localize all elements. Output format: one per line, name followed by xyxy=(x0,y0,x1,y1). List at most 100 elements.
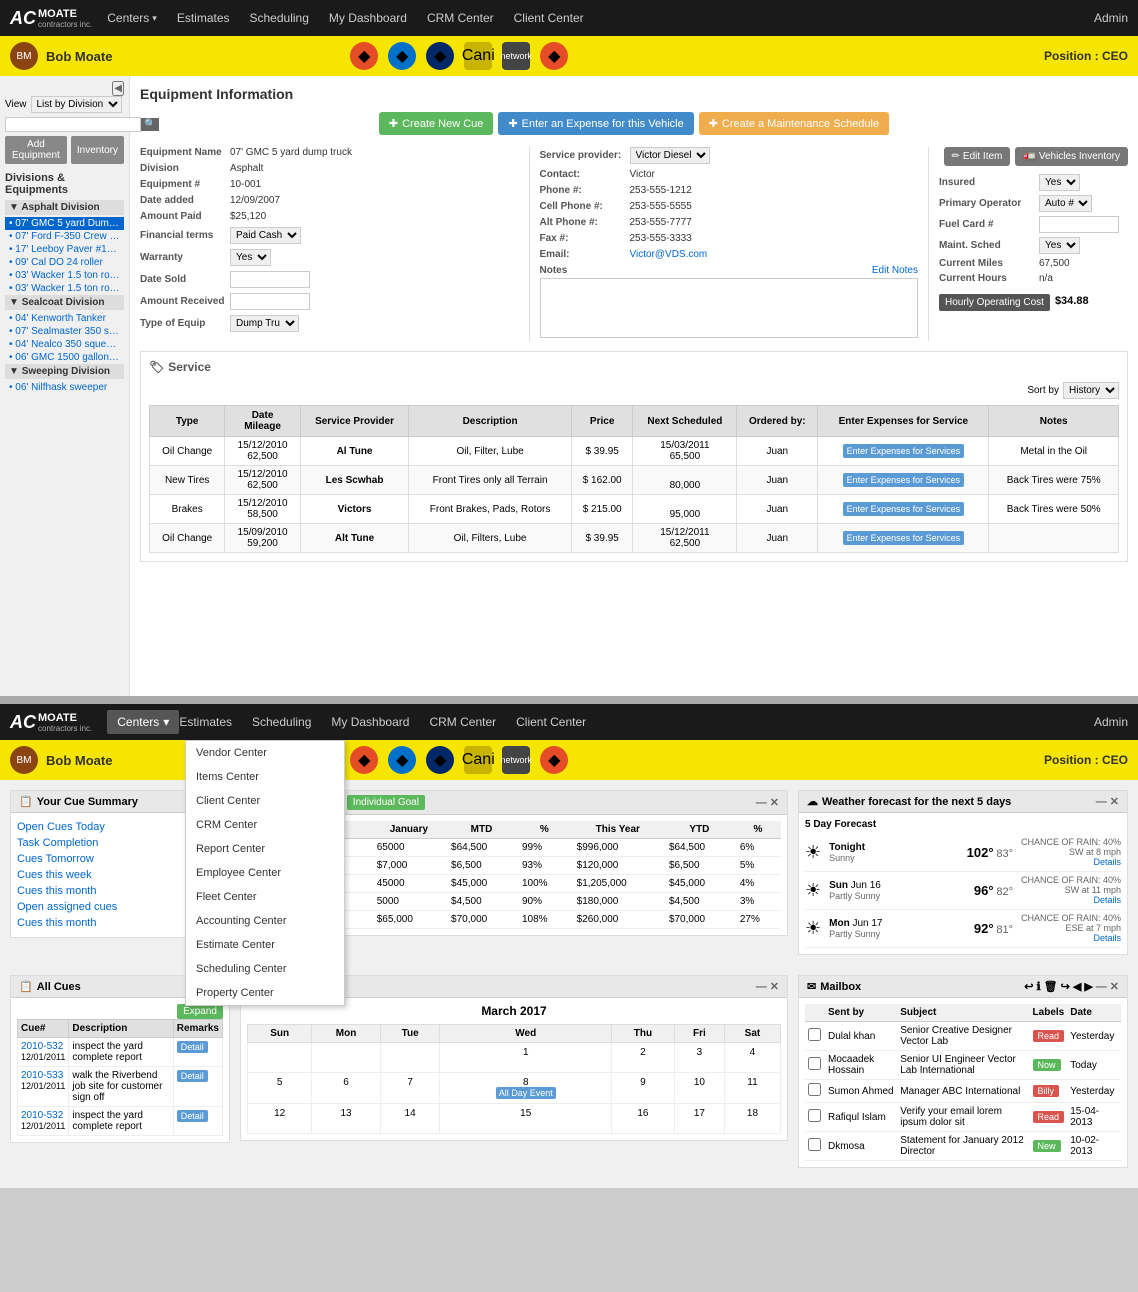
warranty-select[interactable]: Yes xyxy=(230,249,271,266)
calendar-min-btn[interactable]: — xyxy=(756,981,767,993)
sidebar-item-gmc1500[interactable]: • 06' GMC 1500 gallon tank xyxy=(5,351,124,364)
calendar-day[interactable]: 18 xyxy=(724,1104,780,1134)
chrome-icon-bottom[interactable]: ◆ xyxy=(350,746,378,774)
calendar-day[interactable]: 1 xyxy=(440,1043,612,1073)
insured-select[interactable]: Yes xyxy=(1039,174,1080,191)
calendar-day[interactable]: 16 xyxy=(611,1104,674,1134)
financial-select[interactable]: Paid Cash xyxy=(230,227,301,244)
mailbox-reply-icon[interactable]: ↩ xyxy=(1024,980,1033,993)
dropdown-property-center[interactable]: Property Center xyxy=(186,981,344,1005)
date-sold-input[interactable] xyxy=(230,271,310,288)
edit-item-btn[interactable]: ✏ Edit Item xyxy=(944,147,1011,166)
dropdown-crm-center[interactable]: CRM Center xyxy=(186,813,344,837)
dropdown-accounting-center[interactable]: Accounting Center xyxy=(186,909,344,933)
nav-centers[interactable]: Centers ▾ xyxy=(107,3,157,33)
mail-checkbox[interactable] xyxy=(808,1057,821,1070)
detail-btn[interactable]: Detail xyxy=(177,1070,208,1082)
chrome-icon[interactable]: ◆ xyxy=(350,42,378,70)
ie-icon-bottom[interactable]: ◆ xyxy=(388,746,416,774)
calendar-close-btn[interactable]: ✕ xyxy=(770,981,779,993)
nav-dashboard-bottom[interactable]: My Dashboard xyxy=(331,707,409,737)
expand-btn[interactable]: Expand xyxy=(177,1004,223,1019)
calendar-day[interactable]: 4 xyxy=(724,1043,780,1073)
service-provider-select[interactable]: Victor Diesel xyxy=(630,147,710,164)
edit-notes-link[interactable]: Edit Notes xyxy=(872,265,918,276)
cani-icon-bottom[interactable]: Cani xyxy=(464,746,492,774)
amount-received-input[interactable] xyxy=(230,293,310,310)
detail-btn[interactable]: Detail xyxy=(177,1041,208,1053)
nav-scheduling[interactable]: Scheduling xyxy=(250,3,309,33)
maintenance-btn[interactable]: ✚ Create a Maintenance Schedule xyxy=(699,112,889,135)
primary-op-select[interactable]: Auto # xyxy=(1039,195,1092,212)
goals-min-btn[interactable]: — xyxy=(756,797,767,809)
cue-id-link[interactable]: 2010-532 xyxy=(21,1110,63,1121)
centers-btn-bottom[interactable]: Centers ▾ xyxy=(107,710,179,734)
sweeping-division-header[interactable]: ▼ Sweeping Division xyxy=(5,364,124,379)
mail-checkbox[interactable] xyxy=(808,1028,821,1041)
calendar-day[interactable]: 17 xyxy=(674,1104,724,1134)
sidebar-item-ford[interactable]: • 07' Ford F-350 Crew tru xyxy=(5,230,124,243)
mail-checkbox[interactable] xyxy=(808,1109,821,1122)
sidebar-item-nilfhask[interactable]: • 06' Nilfhask sweeper xyxy=(5,381,124,394)
nav-scheduling-bottom[interactable]: Scheduling xyxy=(252,707,311,737)
calendar-day[interactable]: 14 xyxy=(380,1104,440,1134)
nav-crm-bottom[interactable]: CRM Center xyxy=(429,707,496,737)
expense-btn[interactable]: ✚ Enter an Expense for this Vehicle xyxy=(498,112,693,135)
dropdown-vendor-center[interactable]: Vendor Center xyxy=(186,741,344,765)
calendar-day[interactable]: 8All Day Event xyxy=(440,1073,612,1104)
dropdown-estimate-center[interactable]: Estimate Center xyxy=(186,933,344,957)
calendar-day[interactable]: 2 xyxy=(611,1043,674,1073)
noaa-icon-bottom[interactable]: ◆ xyxy=(426,746,454,774)
cue-id-link[interactable]: 2010-532 xyxy=(21,1041,63,1052)
maint-sched-select[interactable]: Yes xyxy=(1039,237,1080,254)
dropdown-report-center[interactable]: Report Center xyxy=(186,837,344,861)
email-link[interactable]: Victor@VDS.com xyxy=(630,249,708,260)
network-icon-bottom[interactable]: network xyxy=(502,746,530,774)
network-icon[interactable]: network xyxy=(502,42,530,70)
add-equipment-btn[interactable]: Add Equipment xyxy=(5,136,67,164)
calendar-day[interactable]: 6 xyxy=(312,1073,380,1104)
enter-expenses-btn[interactable]: Enter Expenses for Services xyxy=(843,502,965,516)
enter-expenses-btn[interactable]: Enter Expenses for Services xyxy=(843,473,965,487)
weather-min-btn[interactable]: — xyxy=(1096,796,1107,808)
notes-textarea[interactable] xyxy=(540,278,919,338)
goals-close-btn[interactable]: ✕ xyxy=(770,797,779,809)
sidebar-find-input[interactable] xyxy=(5,117,141,132)
weather-close-btn[interactable]: ✕ xyxy=(1110,796,1119,808)
calendar-day[interactable]: 10 xyxy=(674,1073,724,1104)
sort-select[interactable]: History xyxy=(1063,382,1119,399)
mail-checkbox[interactable] xyxy=(808,1083,821,1096)
sidebar-item-wacker1[interactable]: • 03' Wacker 1.5 ton roller xyxy=(5,269,124,282)
extra-icon-bottom[interactable]: ◆ xyxy=(540,746,568,774)
sidebar-item-wacker2[interactable]: • 03' Wacker 1.5 ton roller xyxy=(5,282,124,295)
inventory-btn[interactable]: Inventory xyxy=(71,136,124,164)
nav-crm[interactable]: CRM Center xyxy=(427,3,494,33)
dropdown-items-center[interactable]: Items Center xyxy=(186,765,344,789)
nav-client[interactable]: Client Center xyxy=(514,3,584,33)
mailbox-trash-icon[interactable]: 🗑 xyxy=(1044,980,1058,993)
calendar-day[interactable]: 15 xyxy=(440,1104,612,1134)
sidebar-item-kenworth[interactable]: • 04' Kenworth Tanker xyxy=(5,312,124,325)
mailbox-prev-icon[interactable]: ◀ xyxy=(1073,980,1081,993)
sealcoat-division-header[interactable]: ▼ Sealcoat Division xyxy=(5,295,124,310)
mailbox-close-btn[interactable]: ✕ xyxy=(1110,980,1119,993)
calendar-day[interactable]: 7 xyxy=(380,1073,440,1104)
sidebar-collapse-btn[interactable]: ◀ xyxy=(112,81,124,96)
enter-expenses-btn[interactable]: Enter Expenses for Services xyxy=(843,531,965,545)
sidebar-item-leeboy[interactable]: • 17' Leeboy Paver #10-001 xyxy=(5,243,124,256)
mailbox-forward-icon[interactable]: ↪ xyxy=(1061,980,1070,993)
mailbox-next-icon[interactable]: ▶ xyxy=(1084,980,1092,993)
vehicles-inventory-btn[interactable]: 🚛 Vehicles Inventory xyxy=(1015,147,1128,166)
calendar-day[interactable]: 5 xyxy=(248,1073,312,1104)
nav-dashboard[interactable]: My Dashboard xyxy=(329,3,407,33)
sidebar-view-select[interactable]: List by Division xyxy=(31,96,122,113)
hourly-btn[interactable]: Hourly Operating Cost xyxy=(939,294,1050,311)
extra-icon1[interactable]: Cani xyxy=(464,42,492,70)
create-cue-btn[interactable]: ✚ Create New Cue xyxy=(379,112,494,135)
mailbox-min-btn[interactable]: — xyxy=(1096,981,1107,993)
noaa-icon[interactable]: ◆ xyxy=(426,42,454,70)
enter-expenses-btn[interactable]: Enter Expenses for Services xyxy=(843,444,965,458)
type-select[interactable]: Dump Tru xyxy=(230,315,299,332)
sidebar-item-caldo[interactable]: • 09' Cal DO 24 roller xyxy=(5,256,124,269)
calendar-day[interactable]: 3 xyxy=(674,1043,724,1073)
